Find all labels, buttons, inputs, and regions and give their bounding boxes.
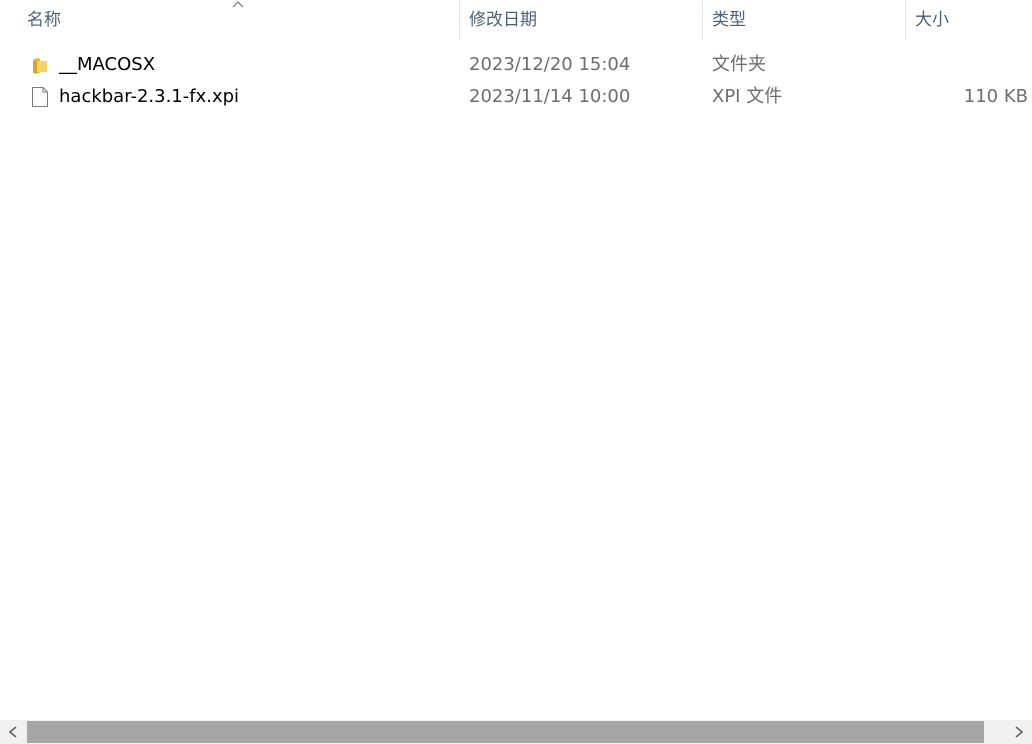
- folder-icon: [33, 58, 47, 74]
- column-header-type[interactable]: 类型: [712, 0, 746, 40]
- scrollbar-thumb[interactable]: [27, 721, 984, 743]
- file-icon: [32, 87, 48, 107]
- column-divider[interactable]: [459, 0, 460, 40]
- column-divider[interactable]: [905, 0, 906, 40]
- scroll-right-icon[interactable]: [1006, 720, 1032, 744]
- file-name: hackbar-2.3.1-fx.xpi: [59, 86, 240, 107]
- file-size: 110 KB: [963, 86, 1028, 107]
- file-row[interactable]: __MACOSX 2023/12/20 15:04 文件夹: [0, 49, 1032, 81]
- file-date-modified: 2023/11/14 10:00: [469, 86, 631, 107]
- horizontal-scrollbar[interactable]: [0, 720, 1032, 744]
- file-row[interactable]: hackbar-2.3.1-fx.xpi 2023/11/14 10:00 XP…: [0, 81, 1032, 113]
- sort-ascending-icon: [232, 1, 244, 8]
- column-divider[interactable]: [702, 0, 703, 40]
- scroll-left-icon[interactable]: [0, 720, 26, 744]
- column-header-name[interactable]: 名称: [27, 0, 61, 40]
- column-header-size[interactable]: 大小: [915, 0, 949, 40]
- file-explorer: 名称 修改日期 类型 大小 __MACOSX 2023/12/20 15:04 …: [0, 0, 1032, 744]
- file-type: XPI 文件: [712, 86, 783, 107]
- file-name: __MACOSX: [59, 54, 156, 75]
- file-type: 文件夹: [712, 54, 766, 75]
- column-header-date-modified[interactable]: 修改日期: [469, 0, 537, 40]
- file-date-modified: 2023/12/20 15:04: [469, 54, 631, 75]
- column-header-row: 名称 修改日期 类型 大小: [0, 0, 1032, 40]
